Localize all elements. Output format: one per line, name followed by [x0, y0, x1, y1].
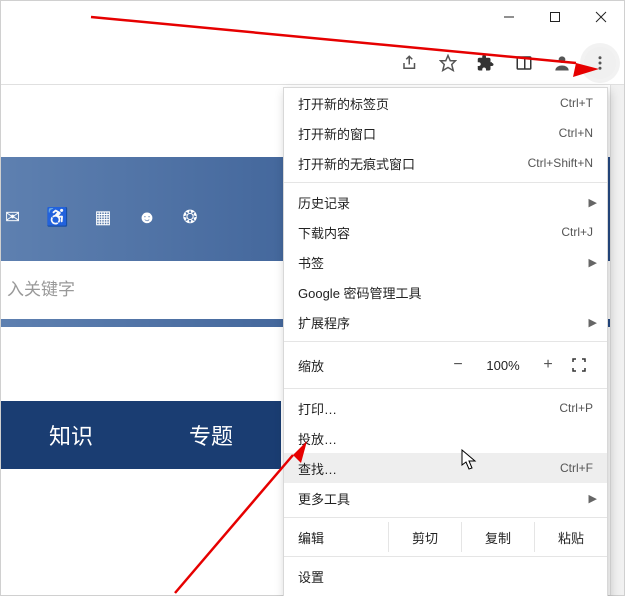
- chat-icon[interactable]: ☻: [138, 207, 157, 228]
- extensions-icon[interactable]: [470, 47, 502, 79]
- menu-label: 扩展程序: [298, 313, 350, 332]
- copy-button[interactable]: 复制: [461, 522, 534, 552]
- chrome-main-menu: 打开新的标签页 Ctrl+T 打开新的窗口 Ctrl+N 打开新的无痕式窗口 C…: [283, 87, 608, 596]
- menu-shortcut: Ctrl+Shift+N: [528, 156, 593, 170]
- menu-label: 打开新的无痕式窗口: [298, 154, 415, 173]
- menu-shortcut: Ctrl+T: [560, 96, 593, 110]
- menu-print[interactable]: 打印… Ctrl+P: [284, 393, 607, 423]
- menu-downloads[interactable]: 下载内容 Ctrl+J: [284, 217, 607, 247]
- star-icon[interactable]: [432, 47, 464, 79]
- menu-extensions[interactable]: 扩展程序 ▶: [284, 307, 607, 337]
- nav-item-topics[interactable]: 专题: [141, 401, 281, 469]
- scrollbar[interactable]: [610, 85, 624, 595]
- menu-separator: [284, 388, 607, 389]
- menu-label: 书签: [298, 253, 324, 272]
- menu-label: 查找…: [298, 459, 337, 478]
- paste-button[interactable]: 粘贴: [534, 522, 607, 552]
- menu-more-tools[interactable]: 更多工具 ▶: [284, 483, 607, 513]
- menu-label: 打开新的标签页: [298, 94, 389, 113]
- menu-shortcut: Ctrl+F: [560, 461, 593, 475]
- window-titlebar: [1, 1, 624, 41]
- weibo-icon[interactable]: ❂: [182, 207, 197, 228]
- zoom-out-button[interactable]: −: [441, 356, 475, 374]
- search-input[interactable]: [7, 280, 267, 300]
- more-menu-button[interactable]: [584, 47, 616, 79]
- menu-label: Google 密码管理工具: [298, 283, 422, 302]
- maximize-button[interactable]: [532, 1, 578, 33]
- mail-icon[interactable]: ✉: [5, 207, 20, 228]
- menu-edit-row: 编辑 剪切 复制 粘贴: [284, 522, 607, 552]
- zoom-label: 缩放: [298, 356, 441, 375]
- menu-shortcut: Ctrl+J: [561, 225, 593, 239]
- app-icon[interactable]: ▦: [95, 207, 112, 228]
- menu-label: 投放…: [298, 429, 337, 448]
- menu-cast[interactable]: 投放…: [284, 423, 607, 453]
- menu-label: 更多工具: [298, 489, 350, 508]
- submenu-arrow-icon: ▶: [589, 196, 597, 209]
- menu-separator: [284, 182, 607, 183]
- menu-new-tab[interactable]: 打开新的标签页 Ctrl+T: [284, 88, 607, 118]
- menu-label: 历史记录: [298, 193, 350, 212]
- menu-separator: [284, 341, 607, 342]
- menu-separator: [284, 556, 607, 557]
- menu-bookmarks[interactable]: 书签 ▶: [284, 247, 607, 277]
- menu-zoom-row: 缩放 − 100% +: [284, 346, 607, 384]
- menu-shortcut: Ctrl+P: [559, 401, 593, 415]
- menu-settings[interactable]: 设置: [284, 561, 607, 591]
- menu-history[interactable]: 历史记录 ▶: [284, 187, 607, 217]
- minimize-button[interactable]: [486, 1, 532, 33]
- profile-icon[interactable]: [546, 47, 578, 79]
- menu-label: 下载内容: [298, 223, 350, 242]
- browser-toolbar: [1, 41, 624, 85]
- menu-label: 打开新的窗口: [298, 124, 376, 143]
- fullscreen-button[interactable]: [565, 358, 593, 372]
- menu-password-manager[interactable]: Google 密码管理工具: [284, 277, 607, 307]
- nav-strip: 知识 专题: [1, 401, 281, 469]
- menu-incognito[interactable]: 打开新的无痕式窗口 Ctrl+Shift+N: [284, 148, 607, 178]
- accessibility-icon[interactable]: ♿: [46, 207, 68, 228]
- menu-shortcut: Ctrl+N: [559, 126, 593, 140]
- banner-icon-row: ✉ ♿ ▦ ☻ ❂: [5, 207, 198, 228]
- menu-label: 设置: [298, 567, 324, 586]
- menu-new-window[interactable]: 打开新的窗口 Ctrl+N: [284, 118, 607, 148]
- zoom-percent: 100%: [475, 358, 531, 373]
- nav-item-knowledge[interactable]: 知识: [1, 401, 141, 469]
- cut-button[interactable]: 剪切: [388, 522, 461, 552]
- submenu-arrow-icon: ▶: [589, 492, 597, 505]
- menu-find[interactable]: 查找… Ctrl+F: [284, 453, 607, 483]
- share-icon[interactable]: [394, 47, 426, 79]
- menu-help[interactable]: 帮助 ▶: [284, 591, 607, 596]
- menu-label: 打印…: [298, 399, 337, 418]
- zoom-in-button[interactable]: +: [531, 356, 565, 374]
- edit-label: 编辑: [298, 528, 388, 547]
- submenu-arrow-icon: ▶: [589, 316, 597, 329]
- window-controls: [486, 1, 624, 33]
- menu-separator: [284, 517, 607, 518]
- sidepanel-icon[interactable]: [508, 47, 540, 79]
- close-button[interactable]: [578, 1, 624, 33]
- submenu-arrow-icon: ▶: [589, 256, 597, 269]
